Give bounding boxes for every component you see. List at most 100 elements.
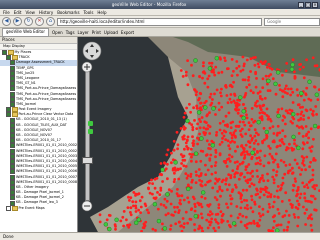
- damage-point[interactable]: [256, 91, 260, 95]
- damage-point[interactable]: [183, 126, 187, 130]
- damage-point[interactable]: [301, 141, 305, 144]
- damage-point[interactable]: [239, 129, 242, 133]
- damage-point[interactable]: [213, 92, 216, 96]
- damage-point[interactable]: [244, 143, 248, 147]
- damage-point[interactable]: [176, 188, 179, 191]
- damage-point[interactable]: [210, 61, 214, 65]
- damage-point[interactable]: [206, 213, 210, 217]
- damage-point[interactable]: [239, 173, 243, 177]
- damage-point[interactable]: [291, 188, 295, 192]
- reference-point[interactable]: [199, 136, 204, 141]
- damage-point[interactable]: [296, 199, 299, 203]
- damage-point[interactable]: [233, 175, 237, 179]
- damage-point[interactable]: [244, 168, 248, 172]
- damage-point[interactable]: [257, 156, 261, 159]
- damage-point[interactable]: [284, 164, 288, 167]
- damage-point[interactable]: [176, 168, 180, 172]
- damage-point[interactable]: [210, 217, 214, 221]
- damage-point[interactable]: [126, 206, 130, 210]
- damage-point[interactable]: [179, 69, 183, 72]
- damage-point[interactable]: [261, 187, 265, 191]
- damage-point[interactable]: [250, 198, 254, 202]
- damage-point[interactable]: [243, 198, 246, 202]
- damage-point[interactable]: [192, 197, 196, 201]
- damage-point[interactable]: [257, 65, 261, 69]
- damage-point[interactable]: [203, 81, 207, 85]
- damage-point[interactable]: [305, 155, 309, 159]
- damage-point[interactable]: [249, 171, 252, 175]
- damage-point[interactable]: [246, 171, 250, 175]
- damage-point[interactable]: [229, 194, 232, 198]
- damage-point[interactable]: [159, 186, 163, 190]
- damage-point[interactable]: [119, 219, 123, 223]
- damage-point[interactable]: [235, 205, 239, 208]
- damage-point[interactable]: [199, 101, 203, 105]
- tab-editor[interactable]: geoVille Web Editor: [2, 27, 49, 37]
- reference-point[interactable]: [275, 70, 281, 75]
- damage-point[interactable]: [208, 125, 212, 129]
- damage-point[interactable]: [232, 131, 236, 134]
- damage-point[interactable]: [190, 159, 193, 163]
- damage-point[interactable]: [280, 138, 284, 141]
- damage-point[interactable]: [275, 170, 279, 174]
- damage-point[interactable]: [245, 188, 249, 192]
- damage-point[interactable]: [243, 123, 247, 127]
- damage-point[interactable]: [206, 168, 210, 172]
- damage-point[interactable]: [311, 109, 315, 113]
- damage-point[interactable]: [297, 118, 300, 122]
- damage-point[interactable]: [255, 189, 259, 192]
- damage-point[interactable]: [134, 204, 138, 208]
- layer-checkbox[interactable]: [6, 205, 11, 211]
- damage-point[interactable]: [262, 164, 266, 168]
- map-view[interactable]: [78, 37, 320, 232]
- damage-point[interactable]: [286, 111, 290, 115]
- damage-point[interactable]: [208, 95, 212, 99]
- reference-point[interactable]: [196, 110, 202, 115]
- damage-point[interactable]: [265, 135, 269, 138]
- damage-point[interactable]: [154, 197, 157, 201]
- damage-point[interactable]: [285, 209, 288, 213]
- damage-point[interactable]: [148, 191, 152, 195]
- damage-point[interactable]: [226, 139, 230, 143]
- damage-point[interactable]: [296, 112, 299, 116]
- reference-point[interactable]: [296, 145, 301, 151]
- damage-point[interactable]: [235, 60, 239, 63]
- damage-point[interactable]: [189, 172, 193, 176]
- damage-point[interactable]: [252, 120, 256, 124]
- url-input[interactable]: [60, 19, 250, 24]
- damage-point[interactable]: [221, 120, 225, 123]
- damage-point[interactable]: [177, 194, 181, 198]
- damage-point[interactable]: [236, 111, 240, 115]
- damage-point[interactable]: [210, 139, 214, 143]
- damage-point[interactable]: [156, 207, 160, 211]
- damage-point[interactable]: [296, 94, 300, 97]
- damage-point[interactable]: [220, 70, 224, 74]
- damage-point[interactable]: [122, 224, 125, 228]
- damage-point[interactable]: [283, 87, 287, 91]
- damage-point[interactable]: [164, 167, 168, 171]
- damage-point[interactable]: [184, 165, 188, 168]
- damage-point[interactable]: [310, 200, 313, 204]
- damage-point[interactable]: [301, 147, 305, 151]
- damage-point[interactable]: [191, 135, 194, 139]
- damage-point[interactable]: [272, 200, 276, 204]
- search-input[interactable]: [267, 19, 315, 24]
- damage-point[interactable]: [313, 197, 317, 201]
- reference-point[interactable]: [173, 160, 178, 165]
- damage-point[interactable]: [297, 216, 300, 219]
- damage-point[interactable]: [297, 166, 301, 170]
- damage-point[interactable]: [316, 98, 320, 101]
- damage-point[interactable]: [268, 126, 272, 130]
- damage-point[interactable]: [314, 105, 318, 108]
- damage-point[interactable]: [188, 152, 192, 156]
- damage-point[interactable]: [309, 149, 313, 153]
- damage-point[interactable]: [182, 198, 186, 202]
- damage-point[interactable]: [309, 160, 312, 164]
- damage-point[interactable]: [253, 63, 257, 67]
- damage-point[interactable]: [298, 196, 302, 200]
- damage-point[interactable]: [229, 126, 233, 129]
- damage-point[interactable]: [183, 158, 187, 162]
- damage-point[interactable]: [242, 103, 245, 106]
- reference-point[interactable]: [291, 134, 296, 140]
- damage-point[interactable]: [243, 153, 247, 157]
